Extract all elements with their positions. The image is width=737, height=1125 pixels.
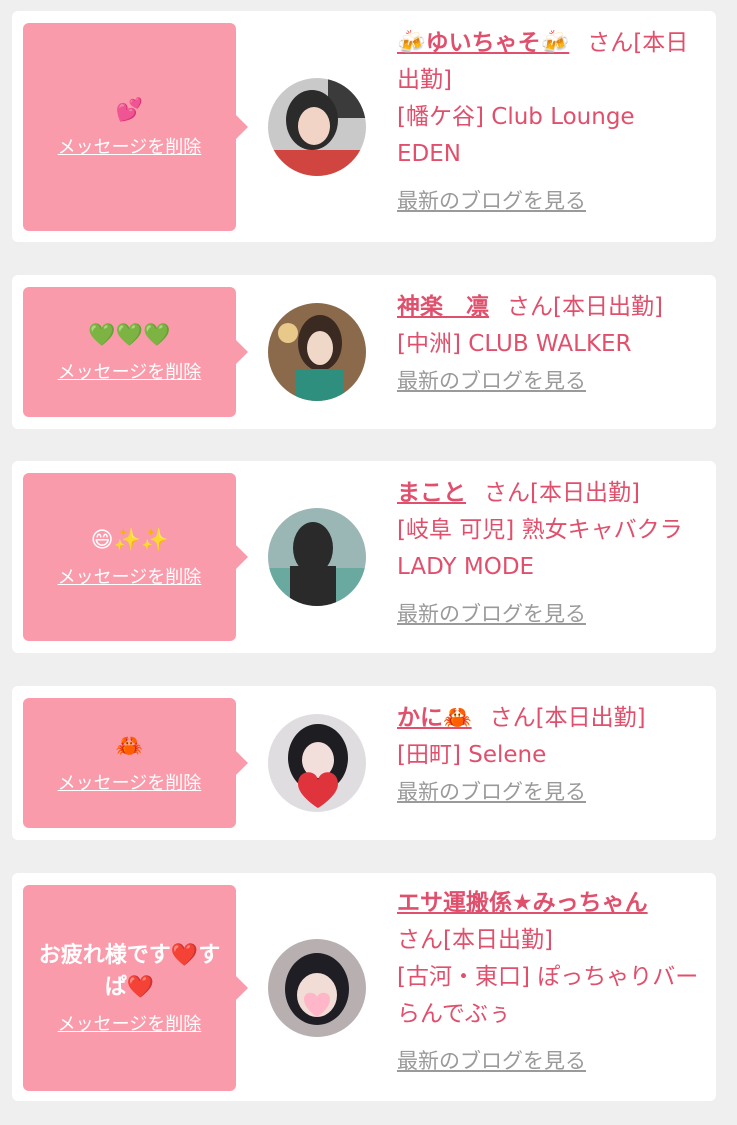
avatar[interactable]: [268, 508, 366, 606]
sender-name-link[interactable]: 🍻ゆいちゃそ🍻: [397, 30, 569, 56]
avatar[interactable]: [268, 714, 366, 812]
view-blog-link[interactable]: 最新のブログを見る: [397, 187, 702, 215]
sender-status: さん[本日出勤]: [489, 705, 646, 731]
message-text: 😄✨✨: [90, 528, 169, 553]
delete-message-link[interactable]: メッセージを削除: [58, 769, 202, 795]
sender-status: さん[本日出勤]: [484, 480, 640, 506]
avatar-photo: [268, 939, 366, 1037]
message-text: 💕: [115, 98, 144, 123]
message-info: 神楽 凛さん[本日出勤] [中洲] CLUB WALKER 最新のブログを見る: [397, 289, 702, 395]
message-bubble: お疲れ様です❤️すぱ❤️ メッセージを削除: [23, 885, 248, 1091]
message-bubble: 💕 メッセージを削除: [23, 23, 248, 231]
message-list: 💕 メッセージを削除 🍻ゆいちゃそ🍻 さん[本日出勤] [幡ケ谷] Club Lo…: [0, 0, 737, 1125]
avatar[interactable]: [268, 303, 366, 401]
message-text: お疲れ様です❤️すぱ❤️: [38, 943, 221, 1000]
view-blog-link[interactable]: 最新のブログを見る: [397, 367, 702, 395]
avatar-photo: [268, 714, 366, 812]
view-blog-link[interactable]: 最新のブログを見る: [397, 1047, 702, 1075]
message-bubble: 💚💚💚 メッセージを削除: [23, 287, 248, 417]
message-info: エサ運搬係★みっちゃん さん[本日出勤] [古河・東口] ぽっちゃりバー らんで…: [397, 885, 702, 1075]
message-text: 🦀: [115, 734, 144, 759]
message-card: 💚💚💚 メッセージを削除 神楽 凛さん[本日出勤] [中洲] CLUB WALK…: [12, 275, 716, 429]
message-info: 🍻ゆいちゃそ🍻 さん[本日出勤] [幡ケ谷] Club Lounge EDEN 最…: [397, 25, 702, 215]
message-bubble: 😄✨✨ メッセージを削除: [23, 473, 248, 641]
message-info: かに🦀 さん[本日出勤] [田町] Selene 最新のブログを見る: [397, 700, 702, 806]
avatar-photo: [268, 78, 366, 176]
view-blog-link[interactable]: 最新のブログを見る: [397, 778, 702, 806]
shop-name: [田町] Selene: [397, 742, 547, 768]
shop-name: [中洲] CLUB WALKER: [397, 331, 632, 357]
sender-status: さん[本日出勤]: [507, 294, 663, 320]
shop-name: [幡ケ谷] Club Lounge EDEN: [397, 104, 635, 167]
delete-message-link[interactable]: メッセージを削除: [58, 133, 202, 159]
message-card: 💕 メッセージを削除 🍻ゆいちゃそ🍻 さん[本日出勤] [幡ケ谷] Club Lo…: [12, 11, 716, 242]
delete-message-link[interactable]: メッセージを削除: [58, 563, 202, 589]
sender-name-link[interactable]: 神楽 凛: [397, 294, 489, 320]
sender-name-link[interactable]: かに🦀: [397, 705, 472, 731]
delete-message-link[interactable]: メッセージを削除: [58, 358, 202, 384]
avatar[interactable]: [268, 939, 366, 1037]
delete-message-link[interactable]: メッセージを削除: [58, 1010, 202, 1036]
shop-name: [古河・東口] ぽっちゃりバー らんでぶぅ: [397, 964, 699, 1027]
view-blog-link[interactable]: 最新のブログを見る: [397, 600, 702, 628]
message-card: 😄✨✨ メッセージを削除 まこと さん[本日出勤] [岐阜 可児] 熟女キャバクラ…: [12, 461, 716, 653]
sender-name-link[interactable]: エサ運搬係★みっちゃん: [397, 890, 648, 916]
avatar-photo: [268, 508, 366, 606]
sender-name-link[interactable]: まこと: [397, 480, 466, 506]
avatar[interactable]: [268, 78, 366, 176]
shop-name: [岐阜 可児] 熟女キャバクラ LADY MODE: [397, 517, 683, 580]
message-card: 🦀 メッセージを削除 かに🦀 さん[本日出勤] [田町] Selene 最新のブロ…: [12, 686, 716, 840]
message-bubble: 🦀 メッセージを削除: [23, 698, 248, 828]
message-card: お疲れ様です❤️すぱ❤️ メッセージを削除 エサ運搬係★みっちゃん さん[本日出…: [12, 873, 716, 1101]
sender-status: さん[本日出勤]: [397, 927, 553, 953]
message-text: 💚💚💚: [88, 323, 171, 348]
message-info: まこと さん[本日出勤] [岐阜 可児] 熟女キャバクラ LADY MODE 最新…: [397, 475, 702, 628]
avatar-photo: [268, 303, 366, 401]
